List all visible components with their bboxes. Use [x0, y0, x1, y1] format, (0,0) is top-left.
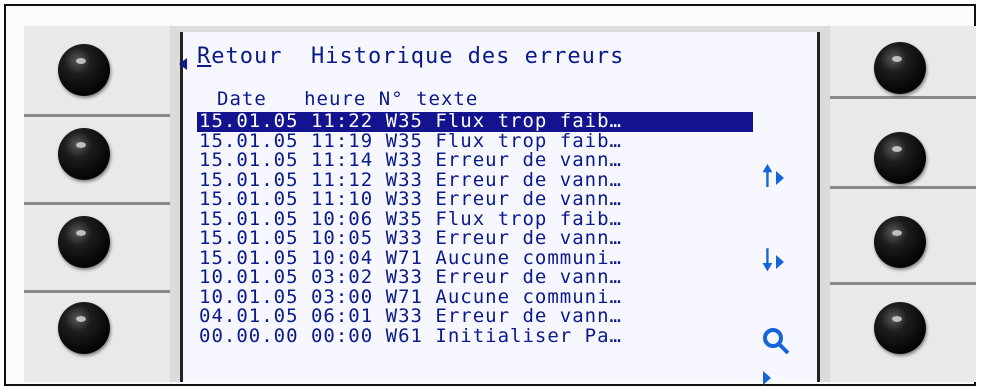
col-date: Date	[217, 88, 267, 110]
entry-code: W61	[385, 324, 423, 347]
magnifier-icon	[761, 328, 791, 364]
col-texte: texte	[416, 88, 479, 110]
divider	[24, 290, 180, 293]
divider	[826, 282, 976, 285]
softkey-pointer-icon	[775, 254, 784, 269]
column-headers: Date heure N° texte	[217, 88, 478, 110]
softkey-pointer-icon	[763, 370, 771, 385]
lcd-screen: Retour Historique des erreurs Date heure…	[179, 32, 820, 385]
divider	[24, 114, 180, 117]
details-button[interactable]	[761, 326, 817, 392]
back-label: etour	[211, 44, 283, 69]
right-softkey-2[interactable]	[874, 132, 926, 184]
left-softkey-1[interactable]	[58, 44, 110, 96]
left-softkey-2[interactable]	[58, 128, 110, 180]
right-softkey-1[interactable]	[874, 42, 926, 94]
scroll-down-button[interactable]: 🠗	[761, 246, 784, 276]
back-arrow-icon	[179, 58, 187, 70]
back-button[interactable]: Retour	[197, 44, 282, 69]
divider	[826, 96, 976, 99]
divider	[826, 186, 976, 189]
right-softkey-3[interactable]	[874, 216, 926, 268]
right-softkey-4[interactable]	[874, 302, 926, 354]
divider	[24, 202, 180, 205]
left-softkey-3[interactable]	[58, 216, 110, 268]
list-item[interactable]: 00.00.00 00:00 W61 Initialiser Pa…	[197, 324, 753, 347]
entry-date: 00.00.00	[199, 324, 299, 347]
scroll-up-button[interactable]: 🠕	[761, 162, 784, 192]
arrow-down-icon: 🠗	[761, 243, 774, 278]
error-list: 15.01.05 11:22 W35 Flux trop faib… 15.01.…	[197, 111, 753, 347]
title-bar: Retour Historique des erreurs	[197, 44, 624, 69]
back-label-hotkey: R	[197, 44, 212, 69]
col-no: N°	[378, 88, 404, 110]
softkey-pointer-icon	[775, 170, 784, 185]
entry-time: 00:00	[310, 324, 374, 347]
col-heure: heure	[304, 88, 367, 110]
page-title: Historique des erreurs	[310, 44, 625, 69]
arrow-up-icon: 🠕	[761, 159, 774, 194]
entry-text: Initialiser Pa…	[435, 324, 622, 347]
left-softkey-4[interactable]	[58, 302, 110, 354]
